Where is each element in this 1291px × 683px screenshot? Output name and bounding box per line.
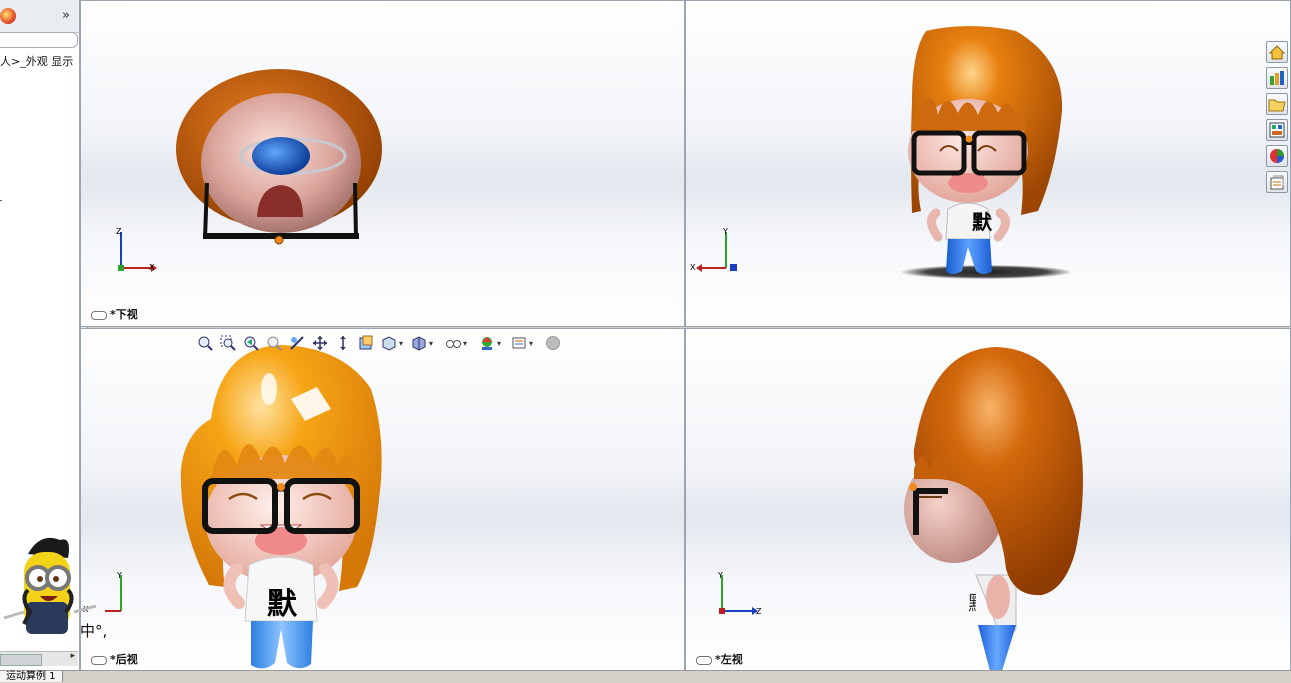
appearance-dropdown-icon[interactable]: ▾ — [463, 339, 467, 348]
axis-label-y: Y — [723, 227, 728, 236]
home-icon[interactable] — [1266, 41, 1288, 63]
viewport-label: *左视 — [696, 651, 743, 667]
display-style-icon[interactable] — [381, 335, 397, 351]
filter-field[interactable] — [0, 32, 78, 48]
link-icon — [91, 310, 107, 320]
ime-status-text[interactable]: 中°, — [80, 620, 107, 641]
axis-label-z: Z — [756, 607, 762, 616]
axis-label-y: Y — [117, 571, 122, 580]
viewport-front-view[interactable]: 默 Y X — [685, 0, 1291, 327]
section-view-icon[interactable] — [289, 335, 305, 351]
display-style-dropdown-icon[interactable]: ▾ — [399, 339, 403, 348]
model-front-view — [908, 26, 1063, 274]
feature-manager-header: » — [0, 0, 79, 33]
zoom-to-fit-icon[interactable] — [197, 335, 213, 351]
pan-icon[interactable] — [312, 335, 328, 351]
expand-chevron-icon[interactable]: » — [62, 8, 70, 23]
viewport-bottom-view[interactable]: Z X *下视 — [80, 0, 685, 327]
axis-label-z: Z — [116, 227, 122, 236]
viewport-back-view[interactable]: 默 ▾ ▾ ▾ ▾ ▾ Y X *后视 — [80, 328, 685, 672]
zoom-to-area-icon[interactable] — [220, 335, 236, 351]
shirt-text: 默 — [267, 587, 297, 622]
edit-appearance-icon[interactable] — [445, 335, 461, 351]
viewport-left-view[interactable]: 默 Y Z *左视 — [685, 328, 1291, 672]
apply-scene-icon[interactable] — [479, 335, 495, 351]
motion-study-tab[interactable]: 运动算例 1 — [0, 671, 63, 682]
view-palette-icon[interactable] — [1266, 119, 1288, 141]
zoom-in-out-icon[interactable] — [266, 335, 282, 351]
model-left-view — [904, 347, 1083, 671]
task-pane-tabs — [1266, 41, 1288, 197]
view-settings-icon[interactable] — [511, 335, 527, 351]
model-back-view — [180, 345, 382, 669]
triad-axes — [696, 232, 737, 272]
link-icon — [91, 655, 107, 665]
previous-view-icon[interactable] — [243, 335, 259, 351]
rotate-icon[interactable] — [335, 335, 351, 351]
display-manager-icon[interactable] — [0, 8, 16, 24]
design-library-icon[interactable] — [1266, 67, 1288, 89]
file-explorer-icon[interactable] — [1266, 93, 1288, 115]
view-settings-dropdown-icon[interactable]: ▾ — [529, 339, 533, 348]
axis-label-y: Y — [718, 571, 723, 580]
link-icon — [696, 655, 712, 665]
axis-label-x: X — [690, 263, 696, 272]
viewport-label: *下视 — [91, 306, 138, 322]
custom-properties-icon[interactable] — [1266, 171, 1288, 193]
hide-show-dropdown-icon[interactable]: ▾ — [429, 339, 433, 348]
render-tools-icon[interactable] — [545, 335, 561, 351]
status-bar: 运动算例 1 — [0, 670, 1291, 683]
view-orientation-icon[interactable] — [358, 335, 374, 351]
scrollbar-thumb[interactable] — [0, 654, 42, 666]
scene-dropdown-icon[interactable]: ▾ — [497, 339, 501, 348]
tree-item-appearance[interactable]: 人>_外观 显示 — [0, 53, 73, 69]
axis-label-x: X — [149, 263, 155, 272]
triad-axes — [105, 575, 122, 612]
left-pane-scrollbar[interactable]: ▸ — [0, 651, 78, 666]
shirt-text: 默 — [972, 210, 992, 234]
model-bottom-view — [176, 69, 382, 245]
viewport-label: *后视 — [91, 651, 138, 667]
scroll-right-arrow-icon[interactable]: ▸ — [70, 651, 75, 661]
tree-marker — [0, 200, 2, 201]
appearances-icon[interactable] — [1266, 145, 1288, 167]
hide-show-items-icon[interactable] — [411, 335, 427, 351]
